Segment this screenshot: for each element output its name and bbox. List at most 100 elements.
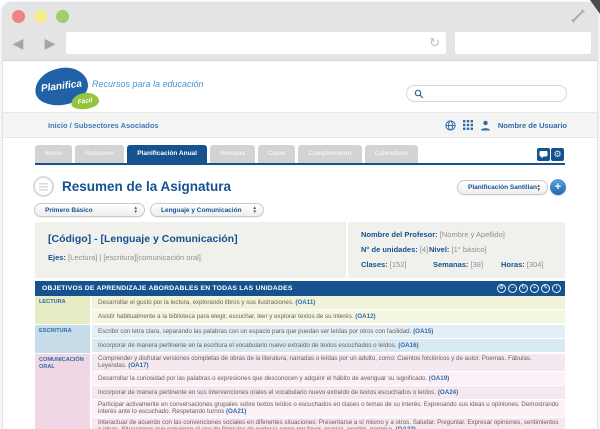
screenshot-stage: ◀ ▶ ↻ Planifica Fácil Recursos para la e… (0, 0, 600, 429)
utility-actions: Nombre de Usuario (445, 120, 567, 131)
objectives-header-title: OBJETIVOS DE APRENDIZAJE ABORDABLES EN T… (42, 285, 293, 292)
tabs-underline (35, 163, 565, 165)
units-label: N° de unidades: (361, 245, 418, 254)
weeks-label: Semanas: (433, 260, 468, 269)
units-value: [4] (420, 245, 428, 254)
edit-icon[interactable]: ✎ (541, 284, 550, 293)
window-maximize-button[interactable] (56, 10, 69, 23)
objective-code: (OA12) (355, 313, 375, 320)
axes-value: [Lectura] | [escritura][comunicación ora… (68, 253, 203, 262)
user-icon[interactable] (480, 120, 491, 131)
objective-text: Participar activamente en conversaciones… (98, 401, 559, 415)
objective-row: Comprender y disfrutar versiones complet… (92, 354, 565, 372)
objective-row: Participar activamente en conversaciones… (92, 400, 565, 418)
professor-line: Nombre del Profesor: [Nombre y Apellido] (361, 227, 565, 242)
objective-group-lectura: LECTURA Desarrollar el gusto por la lect… (35, 296, 565, 324)
objective-code: (OA24) (438, 389, 458, 396)
browser-search-input[interactable] (461, 34, 589, 54)
course-title: [Código] - [Lenguaje y Comunicación] (48, 233, 346, 245)
hours-value: [304] (527, 260, 544, 269)
browser-chrome: ◀ ▶ ↻ (3, 3, 597, 61)
course-info-panel: [Código] - [Lenguaje y Comunicación] Eje… (35, 222, 346, 278)
plan-select-value: Planificación Santillana (468, 184, 537, 191)
course-axes: Ejes: [Lectura] | [escritura][comunicaci… (48, 253, 346, 262)
tab-resumen[interactable]: Resumen (75, 145, 124, 163)
weeks-value: [38] (471, 260, 484, 269)
collapse-icon[interactable]: − (508, 284, 517, 293)
grade-select[interactable]: Primero Básico ▲▼ (34, 203, 145, 217)
site-search-box[interactable] (406, 85, 567, 102)
professor-value: [Nombre y Apellido] (440, 230, 505, 239)
tab-cumplimiento[interactable]: Cumplimiento (298, 145, 361, 163)
objective-row: Asistir habitualmente a la biblioteca pa… (92, 310, 565, 324)
breadcrumb[interactable]: Inicio / Subsectores Asociados (48, 121, 159, 130)
add-icon[interactable]: + (530, 284, 539, 293)
tab-inicio[interactable]: Inicio (35, 145, 72, 163)
classes-label: Clases: (361, 260, 388, 269)
classes-weeks-hours-line: Clases: [152] Semanas: [38] Horas: [304] (361, 257, 565, 272)
reload-icon[interactable]: ↻ (429, 35, 440, 51)
subject-select-value: Lenguaje y Comunicación (161, 207, 253, 214)
browser-search-box[interactable] (455, 32, 591, 54)
summary-icon (33, 176, 54, 197)
expand-window-icon[interactable] (570, 8, 586, 24)
hours-label: Horas: (501, 260, 525, 269)
site-search-input[interactable] (428, 88, 562, 99)
objective-text: Escribir con letra clara, separando las … (98, 328, 411, 335)
objective-row: Escribir con letra clara, separando las … (92, 325, 565, 339)
tab-calendario[interactable]: Calendario (365, 145, 419, 163)
settings-button[interactable]: ⚙ (551, 148, 564, 161)
objective-row: Incorporar de manera pertinente en la es… (92, 339, 565, 353)
objectives-header-bar: OBJETIVOS DE APRENDIZAJE ABORDABLES EN T… (35, 281, 565, 296)
tab-semana[interactable]: Semana (210, 145, 255, 163)
objective-row: Desarrollar la curiosidad por las palabr… (92, 372, 565, 386)
browser-forward-button[interactable]: ▶ (38, 32, 62, 54)
objective-code: (OA15) (413, 328, 433, 335)
comments-button[interactable] (537, 148, 550, 161)
objective-code: (OA11) (295, 299, 315, 306)
info-icon[interactable]: i (552, 284, 561, 293)
page-title: Resumen de la Asignatura (62, 179, 231, 194)
objective-text: Incorporar de manera pertinente en la es… (98, 342, 397, 349)
objective-code: (OA17) (128, 362, 148, 369)
group-label: LECTURA (35, 296, 90, 324)
url-input[interactable] (72, 34, 426, 54)
globe-icon[interactable] (445, 120, 456, 131)
tab-planificacion-anual[interactable]: Planificación Anual (127, 145, 207, 163)
objective-group-comunicacion-oral: COMUNICACIÓN ORAL Comprender y disfrutar… (35, 354, 565, 429)
objective-text: Desarrollar la curiosidad por las palabr… (98, 375, 427, 382)
group-label: COMUNICACIÓN ORAL (35, 354, 90, 429)
classes-value: [152] (390, 260, 407, 269)
speech-bubble-icon (539, 150, 548, 159)
logo-secondary-text: Fácil (77, 97, 93, 106)
user-name[interactable]: Nombre de Usuario (498, 121, 567, 130)
objective-text: Comprender y disfrutar versiones complet… (98, 355, 532, 369)
level-label: Nivel: (429, 245, 449, 254)
utility-bar: Inicio / Subsectores Asociados (3, 112, 597, 138)
grade-select-value: Primero Básico (45, 207, 134, 214)
units-level-line: N° de unidades: [4] Nivel: [1° básico] (361, 242, 565, 257)
browser-back-button[interactable]: ◀ (6, 32, 30, 54)
main-tabs: Inicio Resumen Planificación Anual Seman… (35, 145, 418, 163)
objective-code: (OA19) (429, 375, 449, 382)
objective-text: Interactuar de acuerdo con las convencio… (98, 419, 559, 429)
axes-label: Ejes: (48, 253, 66, 262)
settings-icon[interactable]: ⚙ (497, 284, 506, 293)
url-bar[interactable]: ↻ (66, 32, 446, 54)
professor-label: Nombre del Profesor: (361, 230, 438, 239)
add-plan-button[interactable]: + (550, 179, 566, 195)
objective-code: (OA16) (398, 342, 418, 349)
level-value: [1° básico] (452, 245, 487, 254)
tab-clase[interactable]: Clase (258, 145, 295, 163)
refresh-icon[interactable]: ↻ (519, 284, 528, 293)
window-close-button[interactable] (12, 10, 25, 23)
objective-group-escritura: ESCRITURA Escribir con letra clara, sepa… (35, 325, 565, 353)
subject-select[interactable]: Lenguaje y Comunicación ▲▼ (150, 203, 264, 217)
plan-select[interactable]: Planificación Santillana ▲▼ (457, 180, 548, 195)
select-arrows-icon: ▲▼ (537, 184, 541, 191)
apps-grid-icon[interactable] (463, 120, 473, 130)
objectives-table: LECTURA Desarrollar el gusto por la lect… (35, 296, 565, 429)
objective-text: Desarrollar el gusto por la lectura, exp… (98, 299, 294, 306)
window-minimize-button[interactable] (34, 10, 47, 23)
logo-primary-text: Planifica (40, 79, 82, 95)
